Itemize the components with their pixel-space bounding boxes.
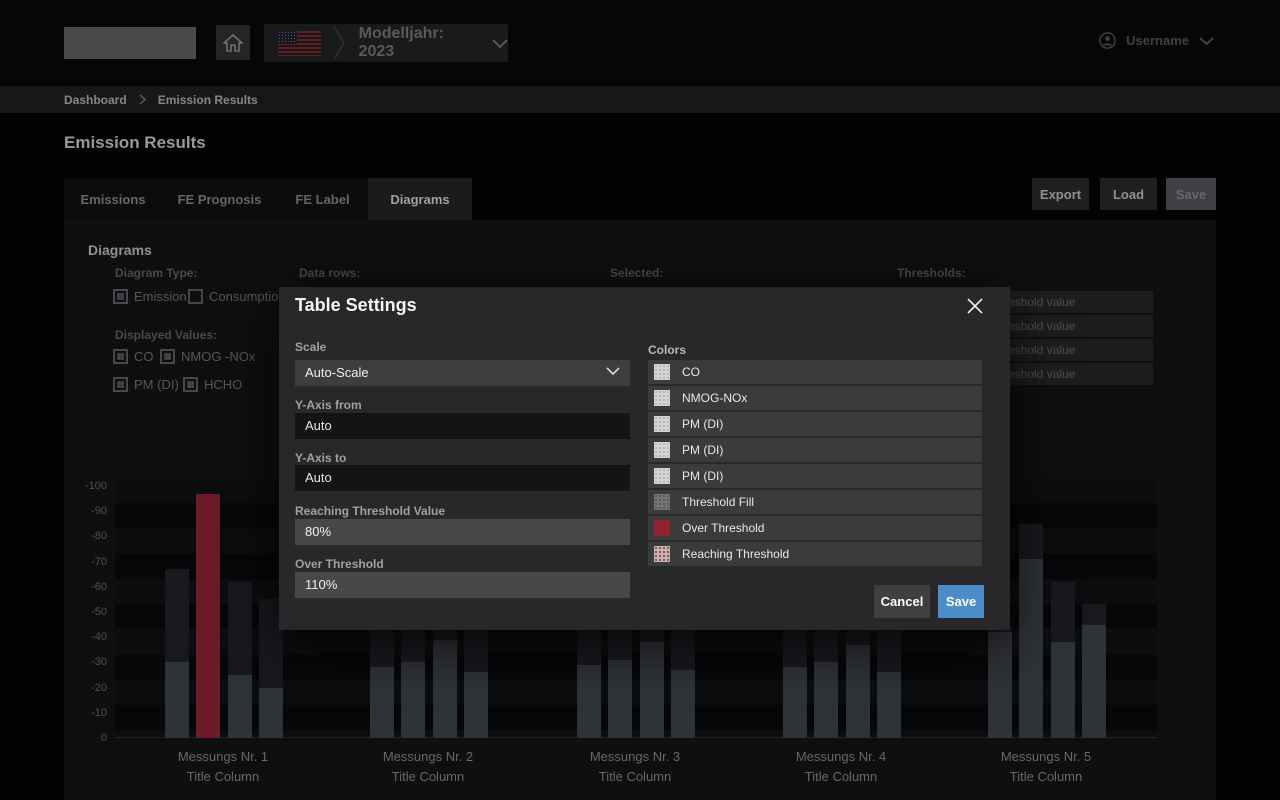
us-flag-icon [278, 31, 321, 56]
breadcrumb-chevron-icon [139, 94, 146, 105]
panel-heading: Diagrams [88, 242, 152, 258]
color-row-label: CO [682, 365, 700, 379]
red-dither-swatch-icon [654, 546, 670, 562]
checkbox-box[interactable] [113, 289, 128, 304]
model-year-label: Modelljahr: 2023 [359, 25, 480, 61]
gray-dither-swatch-icon [654, 494, 670, 510]
checkbox-box[interactable] [183, 377, 198, 392]
checkbox-nmog-nox[interactable]: NMOG -NOx [160, 349, 255, 364]
light-dither-swatch-icon [654, 364, 670, 380]
checkbox-box[interactable] [113, 377, 128, 392]
export-button[interactable]: Export [1032, 178, 1089, 210]
modal-save-button[interactable]: Save [938, 585, 984, 618]
tab-emissions[interactable]: Emissions [64, 178, 162, 220]
chevron-down-icon [1199, 37, 1214, 45]
color-row-co[interactable]: CO [648, 360, 982, 384]
tab-diagrams[interactable]: Diagrams [368, 178, 472, 220]
colors-label: Colors [648, 343, 686, 357]
over-threshold-input[interactable]: 110% [295, 572, 630, 598]
breadcrumb-dashboard[interactable]: Dashboard [64, 93, 127, 107]
light-dither-swatch-icon [654, 416, 670, 432]
scale-label: Scale [295, 340, 326, 354]
checkbox-consumptions[interactable]: Consumptions [188, 289, 292, 304]
color-row-over-threshold[interactable]: Over Threshold [648, 516, 982, 540]
modal-title: Table Settings [295, 295, 417, 316]
page-title: Emission Results [64, 133, 206, 153]
y-axis-to-input[interactable]: Auto [295, 465, 630, 491]
close-icon[interactable] [966, 297, 984, 315]
cancel-button[interactable]: Cancel [874, 585, 930, 618]
checkbox-label: NMOG -NOx [181, 349, 255, 364]
y-axis-to-label: Y-Axis to [295, 451, 346, 465]
app-header: Modelljahr: 2023 Username [0, 0, 1280, 85]
color-row-label: NMOG-NOx [682, 391, 747, 405]
selected-label: Selected: [610, 266, 663, 280]
checkbox-label: PM (DI) [134, 377, 179, 392]
thresholds-label: Thresholds: [897, 266, 966, 280]
model-year-selector[interactable]: Modelljahr: 2023 [264, 24, 508, 62]
tab-fe-label[interactable]: FE Label [277, 178, 368, 220]
checkbox-label: HCHO [204, 377, 242, 392]
brand-logo [64, 27, 196, 59]
checkbox-label: CO [134, 349, 154, 364]
y-axis-from-input[interactable]: Auto [295, 413, 630, 439]
reaching-threshold-input[interactable]: 80% [295, 519, 630, 545]
color-row-label: Reaching Threshold [682, 547, 789, 561]
color-row-pm-di-[interactable]: PM (DI) [648, 438, 982, 462]
checkbox-box[interactable] [113, 349, 128, 364]
checkbox-emission[interactable]: Emission [113, 289, 187, 304]
username-label: Username [1126, 33, 1189, 48]
color-row-nmog-nox[interactable]: NMOG-NOx [648, 386, 982, 410]
color-row-label: Over Threshold [682, 521, 764, 535]
home-icon [223, 34, 243, 52]
separator-chevron-icon [333, 26, 345, 60]
scale-select[interactable]: Auto-Scale [295, 360, 630, 386]
checkbox-box[interactable] [188, 289, 203, 304]
table-settings-modal: Table Settings Scale Auto-Scale Y-Axis f… [279, 287, 1010, 630]
color-row-label: Threshold Fill [682, 495, 754, 509]
color-row-reaching-threshold[interactable]: Reaching Threshold [648, 542, 982, 566]
y-axis-from-label: Y-Axis from [295, 398, 362, 412]
chevron-down-icon [606, 367, 620, 375]
reaching-threshold-label: Reaching Threshold Value [295, 504, 445, 518]
checkbox-hcho[interactable]: HCHO [183, 377, 242, 392]
user-avatar-icon [1099, 32, 1116, 49]
chevron-down-icon [492, 39, 508, 48]
diagram-type-label: Diagram Type: [115, 266, 197, 280]
data-rows-label: Data rows: [299, 266, 360, 280]
save-button[interactable]: Save [1166, 178, 1216, 210]
light-dither-swatch-icon [654, 468, 670, 484]
color-row-pm-di-[interactable]: PM (DI) [648, 412, 982, 436]
color-row-label: PM (DI) [682, 469, 723, 483]
over-threshold-label: Over Threshold [295, 557, 384, 571]
displayed-values-label: Displayed Values: [115, 328, 217, 342]
user-menu[interactable]: Username [1099, 32, 1214, 49]
color-row-threshold-fill[interactable]: Threshold Fill [648, 490, 982, 514]
color-row-label: PM (DI) [682, 443, 723, 457]
load-button[interactable]: Load [1100, 178, 1157, 210]
breadcrumb-emission-results: Emission Results [158, 93, 258, 107]
light-dither-swatch-icon [654, 442, 670, 458]
checkbox-co[interactable]: CO [113, 349, 154, 364]
light-dither-swatch-icon [654, 390, 670, 406]
color-row-label: PM (DI) [682, 417, 723, 431]
scale-select-value: Auto-Scale [305, 365, 369, 380]
tab-fe-prognosis[interactable]: FE Prognosis [162, 178, 277, 220]
checkbox-pm-di[interactable]: PM (DI) [113, 377, 179, 392]
breadcrumb: Dashboard Emission Results [0, 86, 1280, 113]
color-row-pm-di-[interactable]: PM (DI) [648, 464, 982, 488]
checkbox-box[interactable] [160, 349, 175, 364]
red-swatch-icon [654, 520, 670, 536]
checkbox-label: Emission [134, 289, 187, 304]
home-button[interactable] [216, 25, 250, 60]
